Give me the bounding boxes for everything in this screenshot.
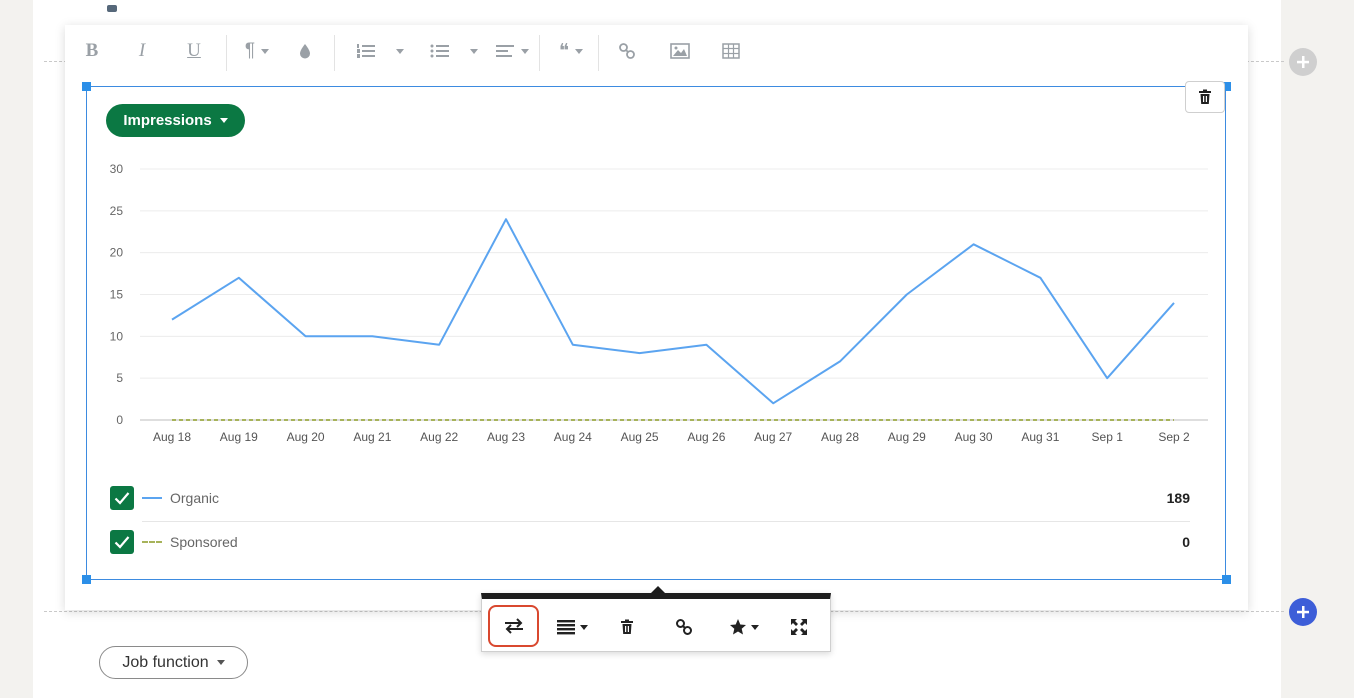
x-tick-label: Aug 29: [888, 430, 926, 444]
x-tick-label: Aug 27: [754, 430, 792, 444]
legend-label: Organic: [170, 490, 220, 506]
link-button[interactable]: [673, 611, 695, 643]
x-tick-label: Aug 26: [687, 430, 725, 444]
x-tick-label: Aug 19: [220, 430, 258, 444]
layout-button[interactable]: [552, 611, 592, 643]
chevron-down-icon: [216, 660, 225, 665]
chevron-down-icon: [751, 624, 759, 630]
expand-icon: [791, 619, 807, 635]
y-tick-label: 0: [116, 413, 123, 427]
y-tick-label: 15: [110, 288, 124, 302]
y-tick-label: 5: [116, 371, 123, 385]
swap-arrows-icon: [504, 618, 523, 634]
expand-button[interactable]: [788, 611, 810, 643]
chevron-down-icon: [580, 624, 588, 630]
x-tick-label: Aug 25: [621, 430, 659, 444]
checkmark-icon: [114, 536, 130, 549]
x-tick-label: Aug 23: [487, 430, 525, 444]
legend-label: Sponsored: [170, 534, 238, 550]
link-icon: [676, 619, 692, 635]
legend-item-organic: Organic 189: [110, 485, 1190, 511]
job-function-label: Job function: [122, 653, 209, 671]
y-tick-label: 10: [110, 329, 124, 343]
x-tick-label: Aug 18: [153, 430, 191, 444]
x-tick-label: Sep 2: [1158, 430, 1190, 444]
legend-total: 189: [1166, 490, 1190, 506]
layout-lines-icon: [557, 620, 575, 635]
x-tick-label: Sep 1: [1092, 430, 1124, 444]
legend-divider: [142, 521, 1190, 522]
job-function-filter[interactable]: Job function: [99, 646, 248, 679]
x-tick-label: Aug 28: [821, 430, 859, 444]
swap-button[interactable]: [488, 605, 539, 647]
checkmark-icon: [114, 492, 130, 505]
organic-checkbox[interactable]: [110, 486, 134, 510]
x-tick-label: Aug 20: [287, 430, 325, 444]
x-tick-label: Aug 31: [1021, 430, 1059, 444]
series-line-organic: [171, 218, 1175, 405]
delete-button[interactable]: [616, 611, 638, 643]
x-tick-label: Aug 24: [554, 430, 592, 444]
x-tick-label: Aug 22: [420, 430, 458, 444]
sponsored-swatch: [142, 541, 162, 543]
feature-button[interactable]: [724, 611, 764, 643]
x-tick-label: Aug 21: [353, 430, 391, 444]
y-tick-label: 20: [110, 246, 124, 260]
legend-item-sponsored: Sponsored 0: [110, 529, 1190, 555]
x-tick-label: Aug 30: [955, 430, 993, 444]
y-tick-label: 25: [110, 204, 124, 218]
legend-total: 0: [1182, 534, 1190, 550]
sponsored-checkbox[interactable]: [110, 530, 134, 554]
y-tick-label: 30: [110, 162, 124, 176]
star-icon: [730, 619, 746, 635]
organic-swatch: [142, 497, 162, 499]
block-toolbar: [481, 593, 831, 652]
trash-icon: [621, 619, 633, 634]
